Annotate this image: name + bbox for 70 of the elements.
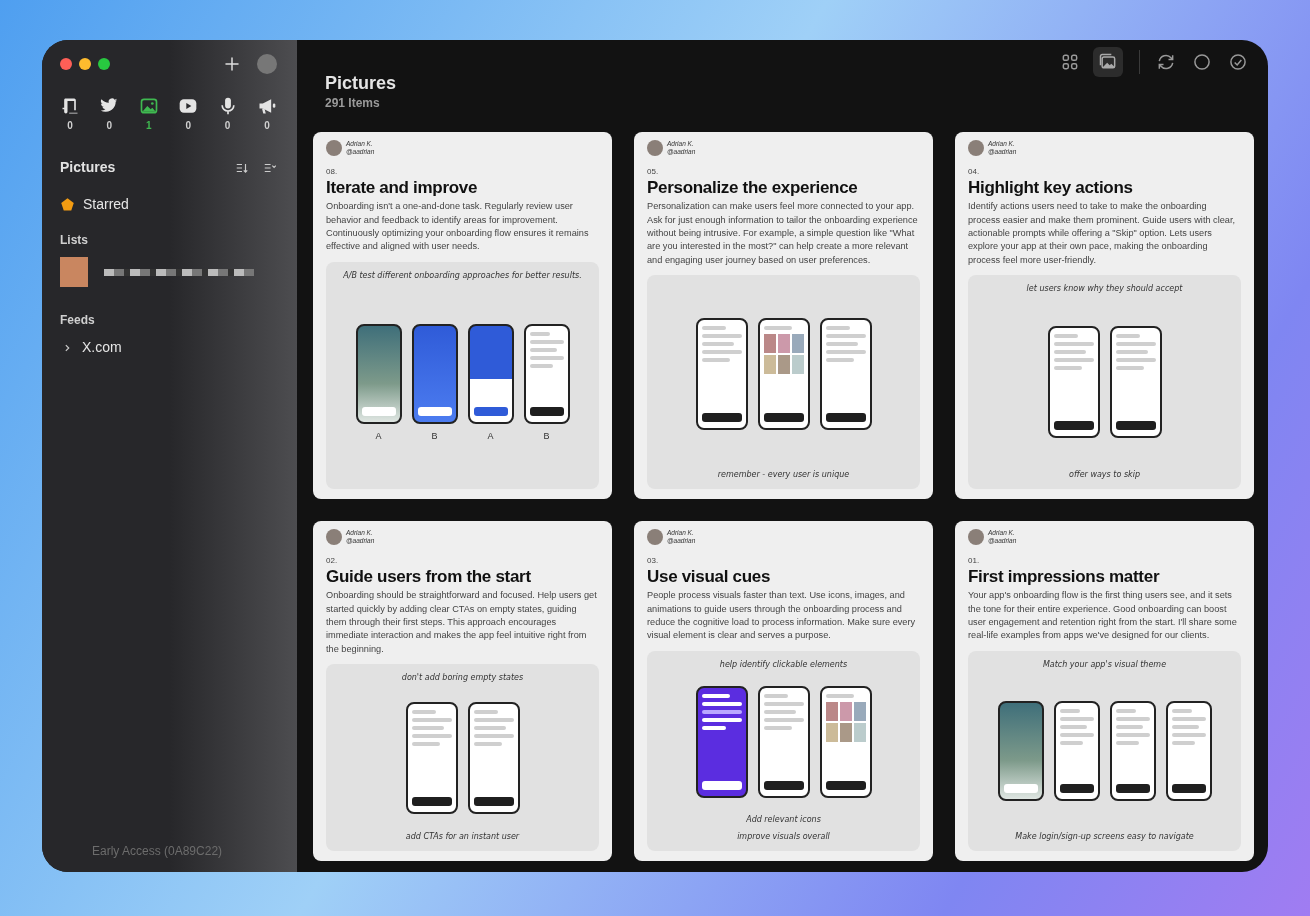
source-count: 0	[264, 119, 270, 133]
annotation: let users know why they should accept	[1026, 283, 1183, 296]
post-card[interactable]	[313, 132, 612, 499]
picture-icon[interactable]	[138, 96, 159, 116]
card-title: Guide users from the start	[326, 567, 532, 588]
step-number: 03.	[647, 555, 660, 567]
step-number: 01.	[968, 555, 981, 567]
source-count: 0	[67, 119, 73, 133]
annotation: help identify clickable elements	[719, 658, 848, 671]
annotation: improve visuals overall	[737, 831, 830, 843]
avatar	[326, 140, 342, 156]
step-number: 08.	[326, 166, 339, 178]
post-card[interactable]	[955, 132, 1254, 499]
window-control-button[interactable]	[79, 58, 91, 70]
annotation: remember - every user is unique	[717, 469, 850, 481]
source-count: 0	[185, 119, 191, 133]
variant-label: A	[375, 430, 382, 444]
section-title: Pictures	[60, 158, 117, 177]
card-text: People process visuals faster than text. Use icons, images, and animations to guide users through the onboarding process and reduce the cognitive load to process information. Make sure every visual element is clear and serves a purpose.	[647, 589, 917, 643]
play-icon[interactable]	[178, 96, 199, 116]
annotation: offer ways to skip	[1069, 469, 1140, 481]
step-number: 02.	[326, 555, 339, 567]
page-title: Pictures	[325, 74, 398, 94]
section-title: Lists	[60, 232, 89, 249]
variant-label: B	[543, 430, 550, 444]
item-count: 291 Items	[325, 94, 381, 112]
pentagon-icon	[60, 197, 75, 212]
post-card[interactable]	[955, 521, 1254, 861]
annotation: don't add boring empty states	[401, 672, 524, 685]
annotation: Make login/sign-up screens easy to navigate	[1015, 831, 1194, 843]
card-title: First impressions matter	[968, 567, 1161, 588]
source-count: 0	[106, 119, 113, 133]
post-card[interactable]	[634, 132, 933, 499]
step-number: 05.	[647, 166, 660, 178]
section-title: Feeds	[60, 312, 96, 329]
sidebar-item[interactable]: X.com	[82, 337, 122, 358]
step-number: 04.	[968, 166, 981, 178]
card-text: Personalization can make users feel more connected to your app. Ask for just enough information to tailor the onboarding experience without being intrusive. For example, a simple question like "What are you interested in the most?" can help create a more relevant and engaging user journey based on user preferences.	[647, 200, 919, 267]
card-title: Use visual cues	[647, 567, 772, 588]
variant-label: B	[431, 430, 438, 444]
annotation: Add relevant icons	[746, 814, 821, 826]
avatar	[968, 529, 984, 545]
picture-view-icon	[1098, 51, 1118, 72]
avatar	[968, 140, 984, 156]
variant-label: A	[487, 430, 494, 444]
source-count: 0	[224, 119, 231, 133]
card-text: Onboarding should be straightforward and focused. Help users get started quickly by adding clear CTAs on empty states, guiding them through their first steps. This approach encourages immediate interaction and makes the app feel intuitive right from the beginning.	[326, 589, 598, 656]
add-icon[interactable]	[223, 55, 241, 73]
circle-icon[interactable]	[1192, 51, 1212, 72]
card-title: Highlight key actions	[968, 178, 1134, 199]
card-text: Identify actions users need to take to make the onboarding process easier and make them prominent. Guide users with clear, actionable prompts while offering a "Skip" option. Lets users explore your app at their own pace, making the onboarding process feel more user-friendly.	[968, 200, 1237, 267]
post-card[interactable]	[313, 521, 612, 861]
sidebar-item[interactable]: Starred	[83, 194, 129, 215]
window-control-button[interactable]	[98, 58, 110, 70]
version-label: Early Access (0A89C22)	[91, 843, 224, 860]
post-card[interactable]	[634, 521, 933, 861]
annotation: A/B test different onboarding approaches for better results.	[343, 269, 582, 282]
annotation: add CTAs for an instant user	[405, 831, 520, 843]
card-title: Personalize the experience	[647, 178, 859, 199]
source-count: 1	[146, 119, 152, 133]
avatar	[326, 529, 342, 545]
card-title: Iterate and improve	[326, 178, 479, 199]
avatar	[647, 529, 663, 545]
card-text: Your app's onboarding flow is the first thing users see, and it sets the tone for their entire experience. Good onboarding can boost user engagement and retention right from the start. I'll share some real-life examples from apps we've designed for our clients.	[968, 589, 1238, 643]
card-text: Onboarding isn't a one-and-done task. Regularly review user behavior and feedback to identify areas for improvement. Continuously optimizing your onboarding flow ensures it remains effective and aligned with user needs.	[326, 200, 590, 254]
avatar	[647, 140, 663, 156]
check-circle-icon[interactable]	[1228, 51, 1248, 72]
annotation: Match your app's visual theme	[1042, 658, 1167, 671]
view-toggle-button[interactable]	[1093, 46, 1123, 77]
window-control-button[interactable]	[60, 58, 72, 70]
